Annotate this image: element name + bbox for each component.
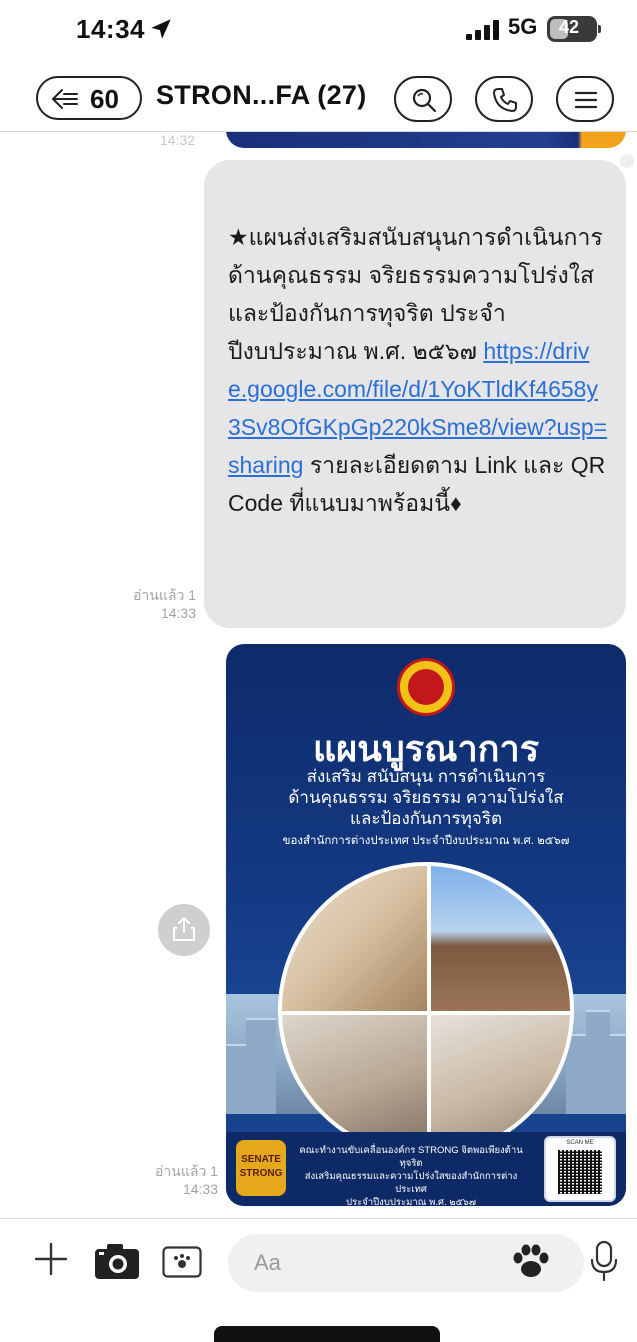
photo-parliament-building — [431, 866, 570, 1011]
read-receipt: อ่านแล้ว 1 14:33 — [112, 1162, 218, 1198]
read-status: อ่านแล้ว 1 — [133, 587, 196, 603]
qr-code: SCAN ME — [544, 1136, 616, 1202]
poster-footer: SENATE STRONG คณะทำงานขับเคลื่อนองค์กร S… — [226, 1132, 626, 1206]
read-status: อ่านแล้ว 1 — [155, 1163, 218, 1179]
phone-icon — [493, 88, 517, 112]
call-button[interactable] — [475, 76, 533, 122]
qr-code-pattern — [558, 1150, 602, 1194]
photo-hands-writing — [282, 866, 427, 1011]
previous-image-message[interactable] — [226, 132, 626, 148]
message-text: ★แผนส่งเสริมสนับสนุนการดำเนินการด้านคุณธ… — [228, 218, 608, 522]
battery-percent: 42 — [558, 17, 580, 37]
menu-icon — [574, 91, 598, 109]
signal-icon — [466, 20, 499, 40]
poster-org-line: ของสำนักการต่างประเทศ ประจำปีงบประมาณ พ.… — [282, 835, 570, 847]
microphone-icon[interactable] — [590, 1240, 618, 1282]
status-time: 14:34 — [76, 14, 145, 44]
network-type: 5G — [508, 14, 538, 39]
poster-photo-collage — [278, 862, 574, 1158]
poster-footer-text: คณะทำงานขับเคลื่อนองค์กร STRONG จิตพอเพี… — [299, 1145, 523, 1206]
message-input-bar — [0, 1220, 637, 1310]
location-arrow-icon — [151, 19, 171, 39]
input-divider — [0, 1218, 637, 1219]
image-icon[interactable] — [162, 1246, 202, 1278]
text-message-bubble[interactable]: ★แผนส่งเสริมสนับสนุนการดำเนินการด้านคุณธ… — [204, 160, 626, 628]
read-receipt: อ่านแล้ว 1 14:33 — [112, 586, 196, 622]
plus-icon[interactable] — [34, 1242, 68, 1276]
previous-message-time: 14:32 — [160, 132, 196, 148]
chat-header: 60 STRON...FA (27) — [0, 62, 637, 134]
message-time: 14:33 — [182, 1181, 218, 1197]
paw-icon[interactable] — [512, 1244, 550, 1280]
image-message-poster[interactable]: แผนบูรณาการ ส่งเสริม สนับสนุน การดำเนินก… — [226, 644, 626, 1206]
reaction-indicator — [620, 154, 634, 168]
battery-icon: 42 — [547, 16, 597, 42]
camera-icon[interactable] — [94, 1242, 140, 1280]
back-button[interactable]: 60 — [36, 76, 142, 120]
senate-emblem-icon — [397, 658, 455, 716]
share-icon — [173, 917, 195, 941]
chat-title[interactable]: STRON...FA (27) — [156, 80, 367, 111]
home-indicator — [214, 1326, 440, 1342]
menu-button[interactable] — [556, 76, 614, 122]
back-arrow-icon — [52, 89, 78, 109]
poster-subtitle: ส่งเสริม สนับสนุน การดำเนินการ ด้านคุณธร… — [288, 767, 564, 828]
message-time: 14:33 — [160, 605, 196, 621]
qr-label: SCAN ME — [566, 1140, 594, 1146]
chat-area[interactable]: 14:32 ★แผนส่งเสริมสนับสนุนการดำเนินการด้… — [0, 132, 637, 1212]
status-bar: 14:34 5G 42 — [0, 0, 637, 60]
senate-strong-logo: SENATE STRONG — [236, 1140, 286, 1196]
share-button[interactable] — [158, 904, 210, 956]
unread-count: 60 — [90, 84, 119, 114]
search-button[interactable] — [394, 76, 452, 122]
search-icon — [412, 88, 437, 113]
battery-tip — [598, 25, 601, 33]
